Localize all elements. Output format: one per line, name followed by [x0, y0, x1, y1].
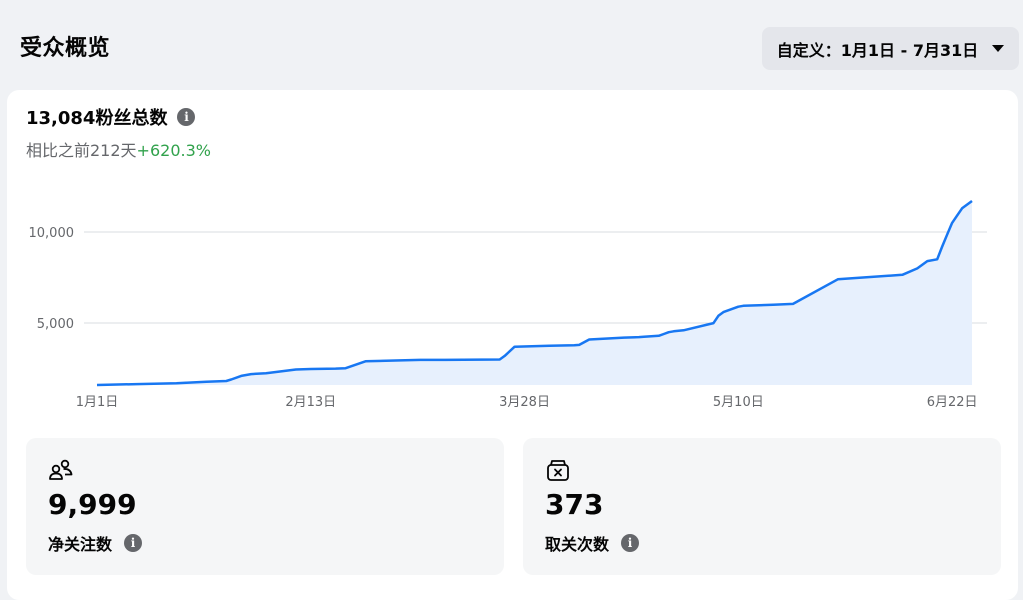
info-icon[interactable]: i	[177, 108, 196, 126]
net-follows-value: 9,999	[48, 488, 137, 521]
series-area	[97, 201, 972, 385]
date-range-dropdown[interactable]: 自定义：1月1日 - 7月31日	[762, 27, 1019, 70]
total-followers-row: 13,084粉丝总数 i	[26, 104, 196, 130]
compare-period: 相比之前212天	[26, 141, 137, 160]
unfollows-label-row: 取关次数 i	[545, 531, 640, 555]
info-icon[interactable]: i	[124, 534, 143, 552]
x-axis-ticks: 1月1日 2月13日 3月28日 5月10日 6月22日	[76, 395, 978, 410]
y-tick-label: 5,000	[37, 317, 74, 332]
net-follows-label: 净关注数	[48, 535, 113, 554]
x-tick-label: 6月22日	[927, 395, 978, 410]
x-tick-label: 1月1日	[76, 395, 119, 410]
people-icon	[49, 459, 73, 480]
caret-down-icon	[992, 45, 1005, 52]
x-tick-label: 2月13日	[285, 395, 336, 410]
x-tick-label: 5月10日	[713, 395, 764, 410]
stat-card-net-follows: 9,999 净关注数 i	[26, 438, 504, 575]
total-followers: 13,084粉丝总数	[26, 108, 168, 129]
unfollows-value: 373	[545, 488, 604, 521]
y-tick-label: 10,000	[29, 226, 75, 241]
compare-change: +620.3%	[136, 141, 211, 160]
unfollows-label: 取关次数	[545, 535, 610, 554]
stat-card-unfollows: 373 取关次数 i	[523, 438, 1001, 575]
followers-chart: 5,000 10,000 1月1日 2月13日 3月28日 5月10日 6月22日	[29, 199, 987, 410]
unfollow-icon	[547, 460, 569, 481]
date-range-label: 自定义：1月1日 - 7月31日	[776, 40, 979, 60]
comparison-text: 相比之前212天+620.3%	[26, 137, 211, 161]
page-title: 受众概览	[20, 36, 111, 61]
net-follows-label-row: 净关注数 i	[48, 531, 143, 555]
info-icon[interactable]: i	[621, 534, 640, 552]
y-axis-ticks: 5,000 10,000	[29, 226, 75, 332]
x-tick-label: 3月28日	[499, 395, 550, 410]
